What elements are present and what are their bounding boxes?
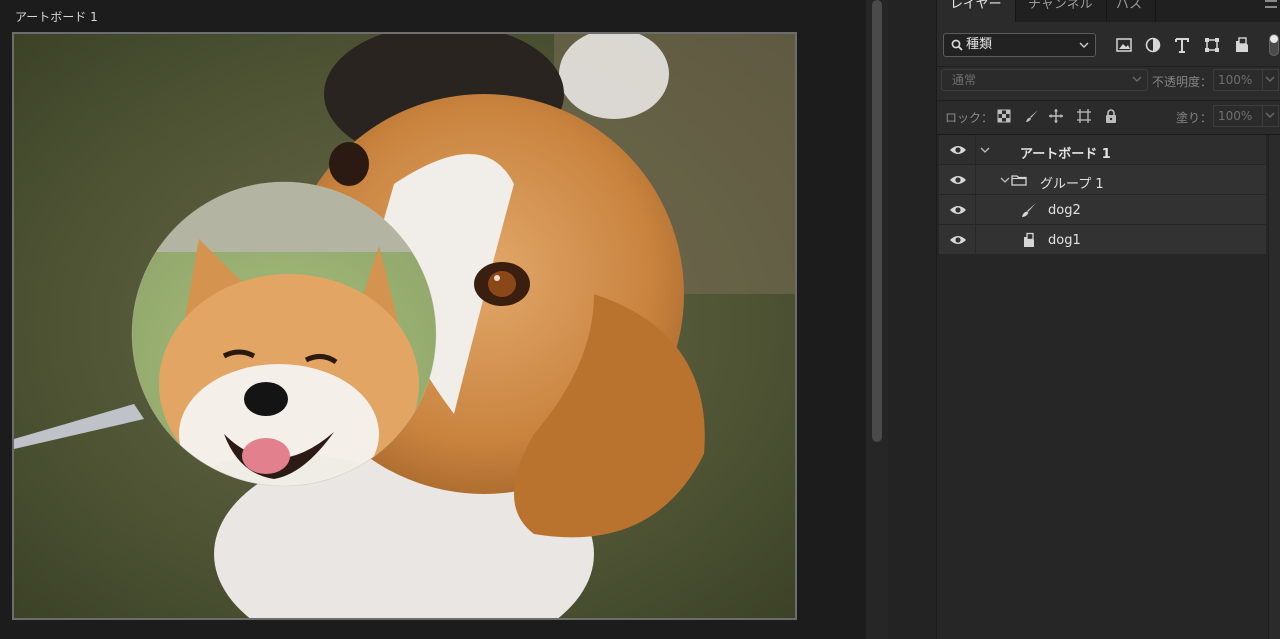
layers-scrollbar[interactable]: [1268, 135, 1280, 639]
layer-name: グループ 1: [1040, 177, 1104, 192]
lock-image-pixels-icon[interactable]: [1024, 108, 1040, 124]
adjustment-filter-icon[interactable]: [1144, 36, 1162, 54]
lock-label: ロック：: [945, 111, 994, 125]
chevron-down-icon: [1265, 76, 1275, 82]
search-icon: [951, 39, 963, 51]
blend-row: 通常 不透明度： 100%: [937, 66, 1280, 94]
canvas-scrollbar[interactable]: [866, 0, 888, 639]
panel-gutter: [888, 0, 936, 639]
lock-artboard-icon[interactable]: [1076, 108, 1092, 124]
layer-name: アートボード 1: [1020, 147, 1111, 162]
layer-name: dog1: [1048, 233, 1081, 248]
panel-tabs: レイヤー チャンネル パス: [937, 0, 1280, 22]
layer-row-dog1[interactable]: dog1: [939, 225, 1266, 255]
lock-position-icon[interactable]: [1048, 108, 1064, 124]
chevron-down-icon: [1079, 42, 1089, 48]
fill-input[interactable]: 100%: [1213, 105, 1263, 127]
chevron-down-icon[interactable]: [999, 174, 1011, 186]
chevron-down-icon: [1132, 76, 1142, 82]
tab-channels[interactable]: チャンネル: [1015, 0, 1107, 22]
tab-paths[interactable]: パス: [1103, 0, 1157, 22]
layers-panel: レイヤー チャンネル パス 種類 通常 不透明度： 100% ロック： 塗り： …: [936, 0, 1280, 639]
brush-icon: [1022, 203, 1036, 217]
layer-row-dog2[interactable]: dog2: [939, 195, 1266, 225]
layer-name: dog2: [1048, 203, 1081, 218]
panel-menu-icon[interactable]: [1265, 0, 1277, 8]
image-filter-icon[interactable]: [1115, 36, 1133, 54]
opacity-dropdown-button[interactable]: [1262, 69, 1279, 91]
blend-mode-select[interactable]: 通常: [941, 69, 1148, 91]
tab-layers[interactable]: レイヤー: [937, 0, 1016, 22]
chevron-down-icon[interactable]: [979, 144, 991, 156]
eye-icon[interactable]: [949, 174, 967, 186]
layer-kind-label: 種類: [966, 37, 993, 52]
shape-filter-icon[interactable]: [1203, 36, 1221, 54]
canvas-area[interactable]: アートボード 1: [0, 0, 866, 639]
lock-transparent-pixels-icon[interactable]: [996, 108, 1012, 124]
eye-icon[interactable]: [949, 144, 967, 156]
layer-row-artboard[interactable]: アートボード 1: [939, 135, 1266, 165]
artboard[interactable]: [12, 32, 797, 620]
artboard-image: [14, 34, 795, 618]
smart-object-icon: [1024, 232, 1034, 247]
smart-object-filter-icon[interactable]: [1233, 36, 1251, 54]
fill-label: 塗り：: [1176, 111, 1213, 125]
artboard-title[interactable]: アートボード 1: [15, 8, 98, 25]
opacity-label: 不透明度：: [1152, 75, 1213, 89]
type-filter-icon[interactable]: [1173, 36, 1191, 54]
canvas-scrollbar-thumb[interactable]: [872, 0, 882, 442]
eye-icon[interactable]: [949, 204, 967, 216]
layer-filter-row: 種類: [937, 30, 1280, 60]
lock-all-icon[interactable]: [1103, 108, 1119, 124]
beagle-eye-left: [329, 142, 369, 186]
filter-toggle-switch[interactable]: [1269, 34, 1279, 56]
lock-row: ロック： 塗り： 100%: [937, 100, 1280, 130]
opacity-input[interactable]: 100%: [1213, 69, 1263, 91]
layer-row-group[interactable]: グループ 1: [939, 165, 1266, 195]
layer-kind-select[interactable]: 種類: [943, 33, 1096, 57]
chevron-down-icon: [1265, 112, 1275, 118]
fill-dropdown-button[interactable]: [1262, 105, 1279, 127]
folder-icon: [1011, 175, 1027, 186]
blend-mode-value: 通常: [952, 73, 977, 87]
photoshop-window: アートボード 1 レイヤー チャンネル パス 種類 通常 不透明度： 100% …: [0, 0, 1280, 639]
layers-list[interactable]: アートボード 1 グループ 1 dog2 dog1: [937, 134, 1280, 639]
eye-icon[interactable]: [949, 234, 967, 246]
